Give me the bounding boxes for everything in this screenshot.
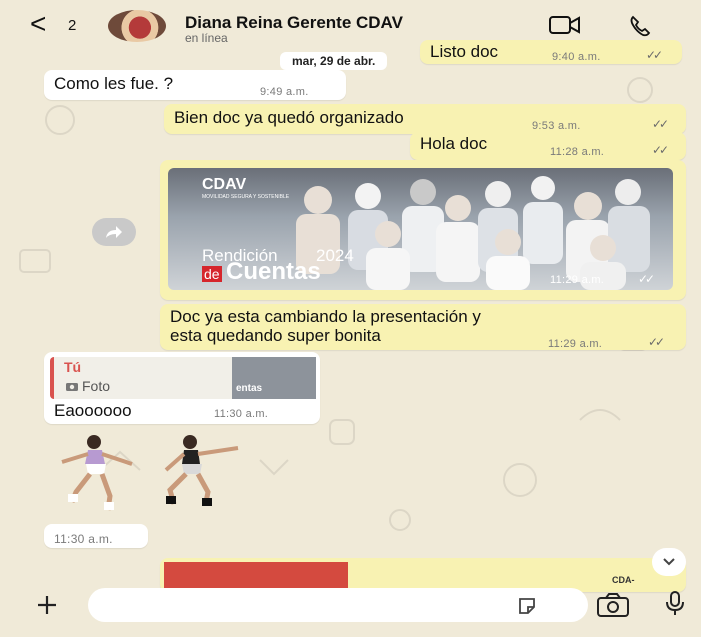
message-text: Listo doc (430, 42, 499, 61)
camera-small-icon (66, 383, 78, 391)
photo-title-de: de (202, 266, 222, 282)
message-text: Como les fue. ? (54, 74, 174, 93)
message-bubble-outgoing[interactable]: CDA- (160, 558, 686, 592)
quoted-author: Tú (64, 359, 82, 375)
message-bubble-outgoing[interactable]: Bien doc ya quedó organizado 9:53 a.m. ✓… (164, 104, 686, 134)
back-icon[interactable]: < (30, 10, 46, 38)
quoted-type: Foto (82, 378, 111, 394)
message-bubble-outgoing[interactable]: Doc ya esta cambiando la presentación y … (160, 304, 686, 350)
unread-count: 2 (68, 17, 77, 34)
photo-year: 2024 (316, 246, 354, 265)
message-bubble-outgoing[interactable]: Hola doc 11:28 a.m. ✓✓ (410, 132, 686, 160)
message-time: 11:30 a.m. (54, 532, 113, 546)
message-input[interactable] (88, 588, 588, 622)
date-separator: mar, 29 de abr. (280, 52, 388, 70)
quoted-message[interactable]: Tú Foto entas (50, 357, 316, 399)
forward-button[interactable] (92, 218, 136, 246)
message-text-line2: esta quedando super bonita (170, 326, 381, 345)
chevron-down-icon (663, 558, 675, 566)
read-receipt-icon: ✓✓ (638, 272, 655, 286)
message-text: Hola doc (420, 134, 488, 153)
video-call-icon[interactable] (548, 14, 582, 36)
forward-icon (106, 226, 122, 238)
shared-photo[interactable]: CDAV MOVILIDAD SEGURA Y SOSTENIBLE Rendi… (168, 168, 673, 290)
message-text: Bien doc ya quedó organizado (174, 108, 404, 127)
read-receipt-icon: ✓✓ (652, 143, 669, 157)
message-bubble-incoming[interactable]: Como les fue. ? 9:49 a.m. (44, 70, 346, 100)
photo-brand: CDAV (202, 176, 247, 193)
message-text: Eaoooooo (54, 401, 132, 420)
photo-time: 11:29 a.m. (550, 274, 605, 286)
scroll-down-button[interactable] (652, 548, 686, 576)
photo-brand-sub: MOVILIDAD SEGURA Y SOSTENIBLE (202, 194, 290, 200)
sticker-icon[interactable] (516, 595, 538, 617)
message-text-line1: Doc ya esta cambiando la presentación y (170, 307, 481, 326)
read-receipt-icon: ✓✓ (652, 117, 669, 131)
phone-icon[interactable] (628, 14, 652, 38)
contact-status: en línea (185, 31, 228, 45)
message-time: 11:29 a.m. (548, 338, 603, 350)
read-receipt-icon: ✓✓ (646, 48, 663, 62)
microphone-icon[interactable] (664, 590, 686, 618)
message-time: 11:28 a.m. (550, 146, 605, 158)
preview-brand: CDA- (612, 575, 635, 585)
quoted-thumb-text: entas (236, 383, 263, 394)
contact-name[interactable]: Diana Reina Gerente CDAV (185, 13, 403, 33)
camera-icon[interactable] (596, 592, 630, 618)
time-chip: 11:30 a.m. (44, 524, 148, 548)
message-time: 9:49 a.m. (260, 86, 309, 98)
dancer-sticker-1[interactable] (44, 432, 140, 512)
dancer-sticker-2[interactable] (150, 432, 260, 512)
message-time: 9:40 a.m. (552, 51, 601, 63)
photo-title-line2: Cuentas (226, 258, 321, 285)
read-receipt-icon: ✓✓ (648, 335, 665, 349)
plus-icon[interactable] (36, 594, 58, 616)
quoted-thumbnail: entas (232, 357, 316, 399)
message-bubble-outgoing[interactable]: Listo doc 9:40 a.m. ✓✓ (420, 40, 682, 64)
contact-avatar[interactable] (108, 10, 166, 42)
message-time: 11:30 a.m. (214, 408, 269, 420)
